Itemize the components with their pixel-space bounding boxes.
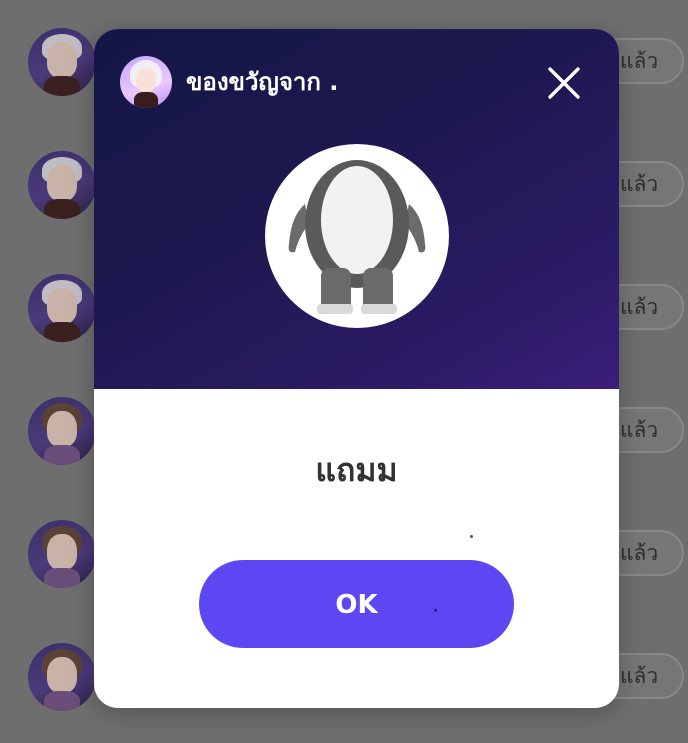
stray-dot xyxy=(470,535,473,538)
gift-item-image xyxy=(265,144,449,328)
sender-avatar xyxy=(120,56,172,108)
avatar xyxy=(28,520,96,588)
avatar xyxy=(28,274,96,342)
avatar xyxy=(28,643,96,711)
gift-item-name: แถมม xyxy=(315,451,398,489)
sender-label: ของขวัญจาก . xyxy=(186,68,339,96)
ok-button[interactable]: OK xyxy=(199,560,514,648)
avatar xyxy=(28,397,96,465)
close-button[interactable] xyxy=(544,63,584,103)
gift-modal: ของขวัญจาก . แถมม OK xyxy=(94,29,619,708)
stray-dot xyxy=(434,609,437,612)
close-icon xyxy=(548,67,580,99)
avatar xyxy=(28,28,96,96)
avatar xyxy=(28,151,96,219)
panda-body-icon xyxy=(288,160,426,314)
gift-modal-header: ของขวัญจาก . xyxy=(94,29,619,389)
